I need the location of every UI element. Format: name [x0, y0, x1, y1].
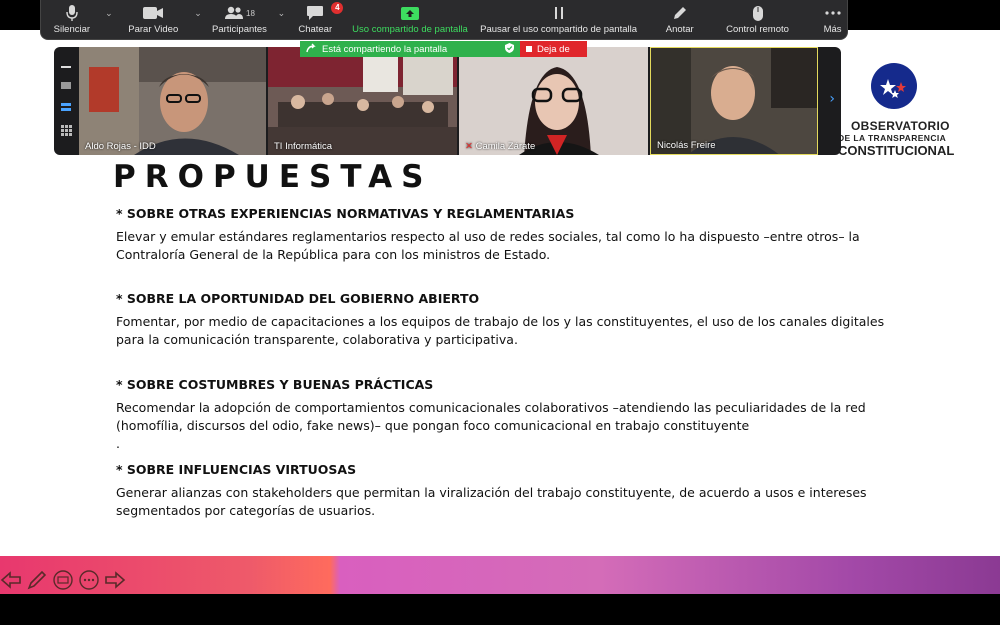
participant-name-with-muted: ✕ Camila Zárate — [465, 141, 535, 152]
more-label: Más — [823, 24, 842, 35]
participants-button[interactable]: 18 Participantes ⌄ — [204, 0, 285, 40]
participants-icon: 18 — [224, 4, 255, 22]
chat-label: Chatear — [298, 24, 333, 35]
participants-label: Participantes — [212, 24, 267, 35]
share-screen-button[interactable]: Uso compartido de pantalla — [347, 0, 472, 40]
logo-line-3: CONSTITUCIONAL — [838, 143, 955, 158]
chevron-down-icon[interactable]: ⌄ — [194, 8, 202, 19]
chevron-down-icon[interactable]: ⌄ — [105, 8, 113, 19]
mute-button[interactable]: Silenciar ⌄ — [41, 0, 113, 40]
share-screen-label: Uso compartido de pantalla — [352, 24, 468, 35]
more-icon — [824, 4, 842, 22]
arrow-right-icon[interactable] — [104, 569, 126, 591]
stop-share-label: Deja de — [537, 43, 570, 55]
section-body: Elevar y emular estándares reglamentario… — [116, 229, 860, 262]
video-camera-icon — [142, 4, 164, 22]
section-body: Generar alianzas con stakeholders que pe… — [116, 485, 867, 518]
slide-footer-band — [0, 556, 1000, 594]
slide-title: PROPUESTAS — [113, 159, 433, 195]
remote-control-label: Control remoto — [726, 24, 789, 35]
section-heading: * SOBRE COSTUMBRES Y BUENAS PRÁCTICAS — [116, 377, 434, 392]
chevron-down-icon[interactable]: ⌄ — [278, 8, 286, 19]
sharing-banner: Está compartiendo la pantalla Deja de — [300, 41, 587, 57]
section-heading: * SOBRE LA OPORTUNIDAD DEL GOBIERNO ABIE… — [116, 291, 480, 306]
strip-view-icon[interactable] — [61, 103, 71, 111]
section-body: Fomentar, por medio de capacitaciones a … — [116, 314, 885, 347]
stop-icon — [526, 46, 532, 52]
share-arrow-icon — [306, 43, 316, 56]
mouse-icon — [752, 4, 764, 22]
participant-2-video — [268, 47, 457, 155]
annotate-label: Anotar — [665, 24, 694, 35]
chat-badge: 4 — [331, 1, 344, 14]
stop-video-button[interactable]: Parar Video ⌄ — [115, 0, 202, 40]
participant-4-video — [651, 48, 817, 154]
slide-navigation — [0, 566, 126, 594]
stop-share-button[interactable]: Deja de — [520, 41, 587, 57]
more-options-icon[interactable] — [78, 569, 100, 591]
participant-name: Aldo Rojas - IDD — [85, 141, 156, 152]
remote-control-button[interactable]: Control remoto — [719, 0, 796, 40]
participant-1-video — [79, 47, 266, 155]
pencil-icon — [672, 4, 688, 22]
participant-name: Camila Zárate — [475, 141, 536, 152]
pause-icon — [552, 4, 566, 22]
share-screen-icon — [400, 4, 420, 22]
pause-share-button[interactable]: Pausar el uso compartido de pantalla — [477, 0, 641, 40]
more-button[interactable]: Más — [818, 0, 847, 40]
arrow-left-icon[interactable] — [0, 569, 22, 591]
section-body: Recomendar la adopción de comportamiento… — [116, 400, 866, 433]
sharing-status[interactable]: Está compartiendo la pantalla — [300, 41, 520, 57]
logo-line-2: DE LA TRANSPARENCIA — [838, 133, 947, 143]
section-heading: * SOBRE INFLUENCIAS VIRTUOSAS — [116, 462, 357, 477]
logo-line-1: OBSERVATORIO — [851, 119, 950, 133]
mute-label: Silenciar — [53, 24, 91, 35]
video-tile-participant-3[interactable]: ✕ Camila Zárate — [459, 47, 648, 155]
pause-share-label: Pausar el uso compartido de pantalla — [480, 24, 638, 35]
video-strip: Aldo Rojas - IDD TI Informática ✕ Camila… — [54, 47, 841, 155]
zoom-toolbar: Silenciar ⌄ Parar Video ⌄ 18 Participant… — [40, 0, 848, 40]
slides-icon[interactable] — [52, 569, 74, 591]
sharing-status-text: Está compartiendo la pantalla — [322, 43, 448, 55]
shield-icon — [505, 42, 514, 56]
pen-icon[interactable] — [26, 569, 48, 591]
section-heading: * SOBRE OTRAS EXPERIENCIAS NORMATIVAS Y … — [116, 206, 575, 221]
observatorio-logo — [871, 63, 917, 109]
participant-name: TI Informática — [274, 141, 333, 152]
stop-video-label: Parar Video — [128, 24, 179, 35]
section-trailing: . — [116, 436, 120, 451]
annotate-button[interactable]: Anotar — [659, 0, 701, 40]
video-tile-participant-1[interactable]: Aldo Rojas - IDD — [79, 47, 266, 155]
participant-3-video — [459, 47, 648, 155]
chat-button[interactable]: 4 Chatear — [291, 0, 344, 40]
single-view-icon[interactable] — [61, 82, 71, 89]
strip-view-controls — [54, 47, 78, 155]
gallery-view-icon[interactable] — [60, 125, 72, 136]
microphone-icon — [65, 4, 79, 22]
chat-icon — [306, 4, 324, 22]
participant-count: 18 — [246, 8, 255, 18]
video-tile-participant-4[interactable]: Nicolás Freire — [650, 47, 818, 155]
chevron-right-icon[interactable]: › — [829, 91, 835, 107]
video-tile-participant-2[interactable]: TI Informática — [268, 47, 457, 155]
muted-mic-icon: ✕ — [465, 141, 473, 152]
minimize-icon[interactable] — [61, 66, 71, 68]
logo-stars-icon — [880, 79, 906, 98]
participant-name: Nicolás Freire — [657, 140, 716, 151]
